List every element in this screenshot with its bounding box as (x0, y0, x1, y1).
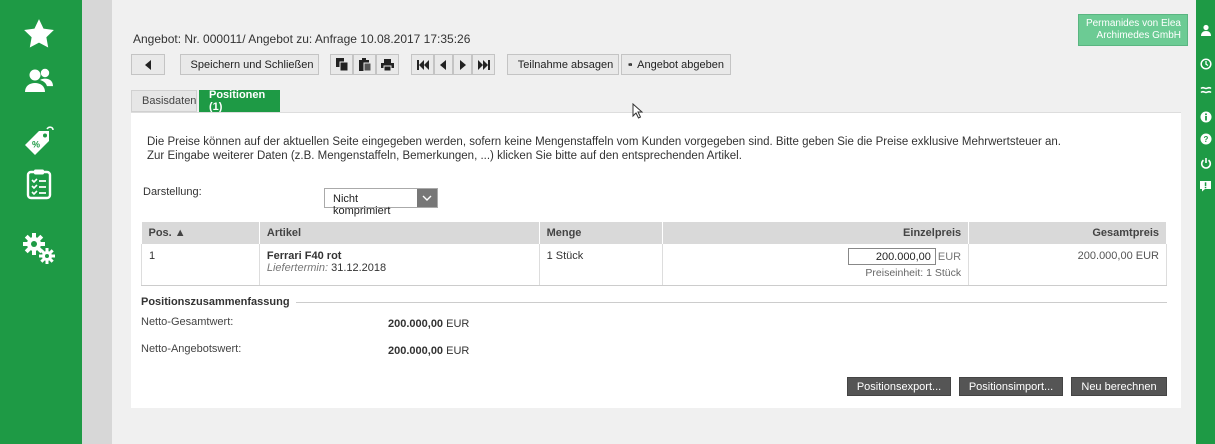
star-icon[interactable] (19, 14, 59, 54)
mouse-cursor-icon (632, 102, 644, 122)
first-button[interactable] (411, 54, 434, 75)
article-name[interactable]: Ferrari F40 rot (267, 250, 532, 262)
delivery-date: 31.12.2018 (331, 262, 387, 274)
clock-icon[interactable] (1196, 56, 1215, 72)
prev-button[interactable] (434, 54, 453, 75)
col-header-gesamtpreis[interactable]: Gesamtpreis (968, 222, 1167, 244)
user-icon[interactable] (1196, 22, 1215, 38)
skip-first-icon (416, 59, 429, 70)
left-gutter (82, 0, 112, 444)
envelope-icon (628, 63, 633, 66)
cell-artikel[interactable]: Ferrari F40 rot Liefertermin: 31.12.2018 (259, 244, 540, 286)
feedback-icon[interactable] (1196, 178, 1215, 194)
decline-button[interactable]: Teilnahme absagen (507, 54, 619, 75)
user-name: Permanides von Elea (1085, 18, 1181, 29)
save-close-button[interactable]: Speichern und Schließen (180, 54, 319, 75)
table-header-row: Pos. ▲ Artikel Menge Einzelpreis Gesamtp… (141, 222, 1167, 244)
paste-button[interactable] (353, 54, 376, 75)
next-button[interactable] (453, 54, 472, 75)
netto-gesamt-label: Netto-Gesamtwert: (141, 316, 234, 328)
page-title: Angebot: Nr. 000011/ Angebot zu: Anfrage… (133, 32, 471, 46)
company-name: Archimedes GmbH (1096, 30, 1181, 41)
cell-einzelpreis: EUR Preiseinheit: 1 Stück (662, 244, 970, 286)
checklist-clipboard-icon[interactable] (19, 164, 59, 204)
users-icon[interactable] (19, 60, 59, 100)
table-row[interactable]: 1 Ferrari F40 rot Liefertermin: 31.12.20… (141, 244, 1167, 286)
netto-angebot-currency: EUR (446, 345, 470, 357)
summary-divider (295, 301, 1167, 303)
svg-text:%: % (32, 140, 40, 150)
gears-icon[interactable] (19, 228, 59, 268)
col-header-einzelpreis[interactable]: Einzelpreis (662, 222, 970, 244)
clipboard-icon (358, 58, 371, 71)
col-header-menge[interactable]: Menge (539, 222, 664, 244)
submit-offer-label: Angebot abgeben (637, 58, 724, 71)
netto-angebot-value: 200.000,00 EUR (388, 345, 470, 357)
unit-price-input[interactable] (847, 248, 936, 265)
user-company-box[interactable]: Permanides von Elea Archimedes GmbH (1078, 14, 1188, 46)
print-button[interactable] (376, 54, 399, 75)
unit-price-currency: EUR (937, 250, 962, 263)
skip-last-icon (477, 59, 490, 70)
power-icon[interactable] (1196, 155, 1215, 171)
delivery-label: Liefertermin: (266, 262, 329, 274)
position-import-button[interactable]: Positionsimport... (959, 377, 1063, 396)
left-nav: % (0, 0, 82, 444)
discount-tag-icon[interactable]: % (19, 123, 59, 163)
next-icon (460, 59, 466, 70)
last-button[interactable] (472, 54, 495, 75)
netto-gesamt-currency: EUR (446, 318, 470, 330)
netto-angebot-label: Netto-Angebotswert: (141, 343, 242, 355)
price-unit-text: Preiseinheit: 1 Stück (865, 267, 962, 279)
col-header-artikel[interactable]: Artikel (259, 222, 540, 244)
prev-icon (440, 59, 446, 70)
decline-label: Teilnahme absagen (517, 58, 614, 71)
svg-text:?: ? (1203, 135, 1208, 144)
darstellung-value: Nicht komprimiert (333, 193, 391, 217)
tab-basisdaten[interactable]: Basisdaten (131, 90, 197, 112)
copy-icon (335, 58, 348, 71)
caret-left-icon (145, 59, 151, 70)
printer-icon (381, 58, 394, 71)
back-button[interactable] (131, 54, 165, 75)
info-text-line2: Zur Eingabe weiterer Daten (z.B. Mengens… (147, 150, 742, 162)
darstellung-select[interactable]: Nicht komprimiert (324, 188, 438, 217)
cell-pos: 1 (141, 244, 260, 286)
cell-gesamtpreis: 200.000,00 EUR (968, 244, 1167, 286)
info-text-line1: Die Preise können auf der aktuellen Seit… (147, 136, 1061, 148)
positions-table: Pos. ▲ Artikel Menge Einzelpreis Gesamtp… (141, 222, 1167, 286)
cell-menge: 1 Stück (539, 244, 664, 286)
copy-button[interactable] (330, 54, 353, 75)
summary-heading: Positionszusammenfassung (141, 296, 1167, 308)
info-icon[interactable] (1196, 109, 1215, 125)
col-header-pos[interactable]: Pos. ▲ (141, 222, 260, 244)
position-export-button[interactable]: Positionsexport... (847, 377, 951, 396)
chevron-down-icon (417, 189, 437, 207)
recalculate-button[interactable]: Neu berechnen (1071, 377, 1167, 396)
summary-title: Positionszusammenfassung (141, 296, 290, 308)
right-nav: ? (1196, 0, 1215, 444)
submit-offer-button[interactable]: Angebot abgeben (621, 54, 731, 75)
save-close-label: Speichern und Schließen (190, 58, 314, 71)
darstellung-label: Darstellung: (143, 186, 202, 198)
help-icon[interactable]: ? (1196, 131, 1215, 147)
wave-icon[interactable] (1196, 82, 1215, 98)
netto-gesamt-value: 200.000,00 EUR (388, 318, 470, 330)
tab-positionen[interactable]: Positionen (1) (199, 89, 280, 113)
